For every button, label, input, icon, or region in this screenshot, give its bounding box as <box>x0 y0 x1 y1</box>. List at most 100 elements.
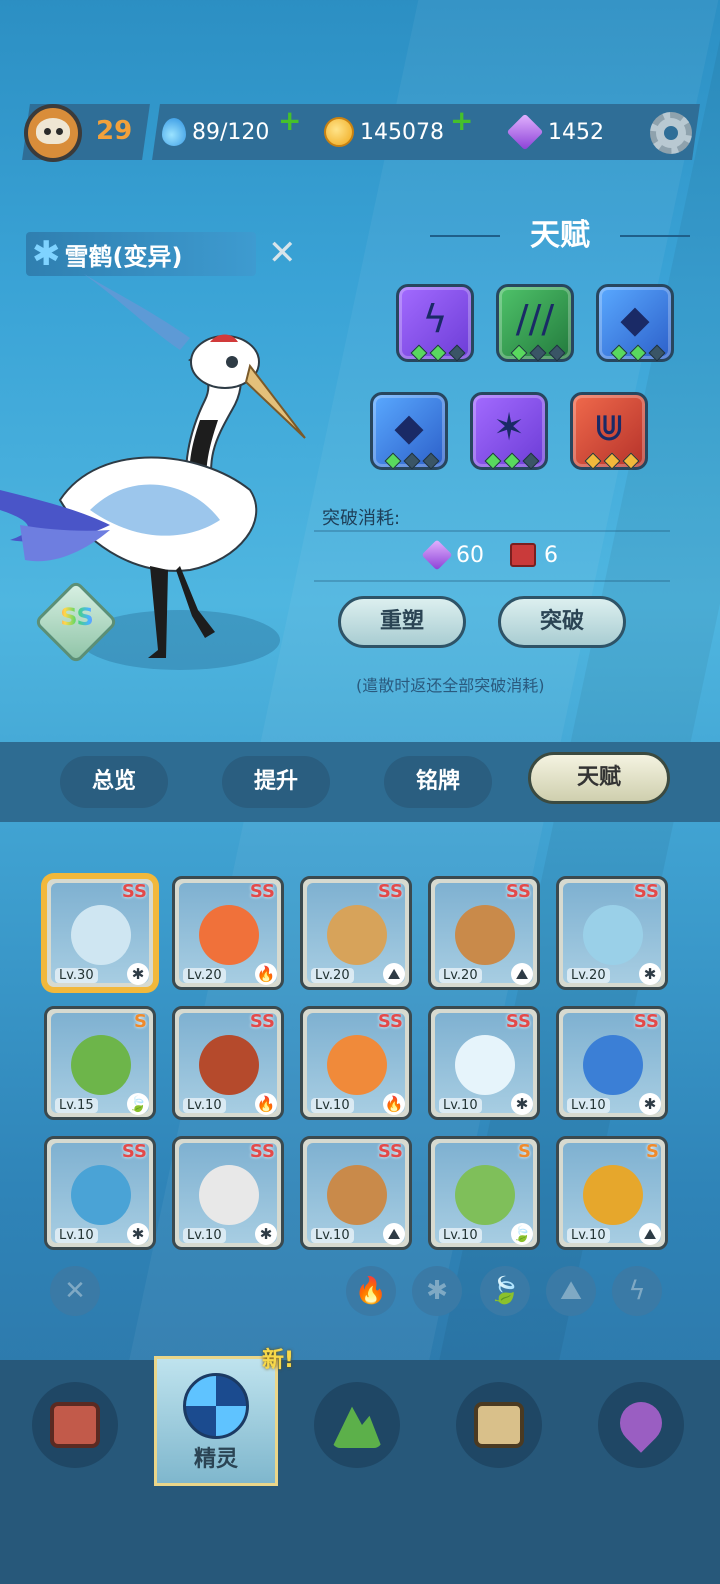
talent-level-pips <box>584 452 640 470</box>
thunder-filter-button[interactable]: ϟ <box>612 1266 662 1316</box>
talent-slot[interactable]: ✶ <box>470 392 548 470</box>
talent-slot[interactable]: ⋓ <box>570 392 648 470</box>
pet-rank: SS <box>505 1011 531 1032</box>
pet-card[interactable]: S Lv.15 🍃 <box>44 1006 156 1120</box>
pet-figure <box>199 905 259 965</box>
pet-card[interactable]: S Lv.10 🍃 <box>428 1136 540 1250</box>
map-pin-icon <box>611 1393 671 1453</box>
pet-card[interactable]: SS Lv.20 ⛰ <box>428 876 540 990</box>
pet-card[interactable]: SS Lv.10 ✱ <box>44 1136 156 1250</box>
coin-counter: 145078 + <box>324 104 473 148</box>
pet-rank: SS <box>249 1011 275 1032</box>
talent-level-pips <box>384 452 440 470</box>
avatar-eye <box>44 128 51 135</box>
tab-overview[interactable]: 总览 <box>60 756 168 808</box>
pet-name: 雪鹤(变异) <box>64 242 183 271</box>
pet-figure <box>199 1035 259 1095</box>
red-book-icon <box>510 543 536 567</box>
level-pip <box>403 452 421 470</box>
pet-figure <box>583 1165 643 1225</box>
level-pip <box>429 344 447 362</box>
talent-slot[interactable]: ϟ <box>396 284 474 362</box>
level-pip <box>548 344 566 362</box>
cross-slash-icon: ✶ <box>493 405 525 449</box>
level-pip <box>484 452 502 470</box>
pet-rank: SS <box>377 1011 403 1032</box>
pet-rank: SS <box>633 881 659 902</box>
pet-card[interactable]: S Lv.10 ⛰ <box>556 1136 668 1250</box>
earth-filter-button[interactable]: ⛰ <box>546 1266 596 1316</box>
mountain-icon <box>332 1406 382 1448</box>
pet-card[interactable]: SS Lv.10 ✱ <box>172 1136 284 1250</box>
element-icon: ⛰ <box>383 963 405 985</box>
tab-upgrade[interactable]: 提升 <box>222 756 330 808</box>
pet-figure <box>455 905 515 965</box>
talent-level-pips <box>410 344 466 362</box>
fire-filter-button[interactable]: 🔥 <box>346 1266 396 1316</box>
player-avatar[interactable] <box>24 104 82 162</box>
tab-nameplate[interactable]: 铭牌 <box>384 756 492 808</box>
pet-card[interactable]: SS Lv.20 ✱ <box>556 876 668 990</box>
nav-map-button[interactable] <box>598 1382 684 1468</box>
pet-card[interactable]: SS Lv.30 ✱ <box>44 876 156 990</box>
level-pip <box>584 452 602 470</box>
element-icon: 🍃 <box>511 1223 533 1245</box>
pet-rank: SS <box>633 1011 659 1032</box>
pet-level: Lv.15 <box>55 1098 98 1113</box>
ice-filter-button[interactable]: ✱ <box>412 1266 462 1316</box>
nav-explore-button[interactable] <box>314 1382 400 1468</box>
element-icon: 🔥 <box>255 1093 277 1115</box>
player-level: 29 <box>96 116 133 146</box>
level-pip <box>422 452 440 470</box>
gem-icon <box>506 113 544 151</box>
pet-level: Lv.10 <box>439 1098 482 1113</box>
pet-level: Lv.10 <box>183 1098 226 1113</box>
divider <box>314 580 670 582</box>
breakthrough-button[interactable]: 突破 <box>498 596 626 648</box>
shard-icon: ◆ <box>394 405 424 449</box>
cost-books-value: 6 <box>544 542 558 568</box>
pet-level: Lv.20 <box>183 968 226 983</box>
pet-rank: SS <box>505 881 531 902</box>
add-stamina-button[interactable]: + <box>278 104 301 137</box>
pet-card[interactable]: SS Lv.10 ✱ <box>428 1006 540 1120</box>
element-icon: 🔥 <box>255 963 277 985</box>
nav-spirits-button[interactable]: 精灵 <box>154 1356 278 1486</box>
element-icon: ⛰ <box>383 1223 405 1245</box>
level-pip <box>648 344 666 362</box>
element-icon: 🍃 <box>127 1093 149 1115</box>
pet-figure <box>71 1035 131 1095</box>
settings-gear-icon[interactable] <box>650 112 692 154</box>
pet-card[interactable]: SS Lv.10 🔥 <box>172 1006 284 1120</box>
pet-level: Lv.20 <box>439 968 482 983</box>
leaf-filter-button[interactable]: 🍃 <box>480 1266 530 1316</box>
pet-rank: S <box>134 1011 147 1032</box>
clear-filter-button[interactable]: ✕ <box>50 1266 100 1316</box>
level-pip <box>522 452 540 470</box>
detail-tab-bar: 总览 提升 铭牌 天赋 <box>0 742 720 822</box>
fang-icon: ⋓ <box>593 405 625 449</box>
nav-base-button[interactable] <box>32 1382 118 1468</box>
add-coins-button[interactable]: + <box>450 104 473 137</box>
pet-card[interactable]: SS Lv.20 ⛰ <box>300 876 412 990</box>
pet-figure <box>71 1165 131 1225</box>
release-pet-button[interactable]: ✕ <box>268 236 297 270</box>
tab-talent[interactable]: 天赋 <box>528 752 670 804</box>
pet-card[interactable]: SS Lv.10 ⛰ <box>300 1136 412 1250</box>
pet-rank: SS <box>121 881 147 902</box>
talent-slot[interactable]: ◆ <box>596 284 674 362</box>
reshape-button[interactable]: 重塑 <box>338 596 466 648</box>
talent-slot[interactable]: ◆ <box>370 392 448 470</box>
element-icon: ⛰ <box>639 1223 661 1245</box>
element-icon: ✱ <box>511 1093 533 1115</box>
shard-icon: ◆ <box>620 297 650 341</box>
level-pip <box>510 344 528 362</box>
pet-figure <box>583 1035 643 1095</box>
nav-bag-button[interactable] <box>456 1382 542 1468</box>
pet-card[interactable]: SS Lv.20 🔥 <box>172 876 284 990</box>
pet-card[interactable]: SS Lv.10 🔥 <box>300 1006 412 1120</box>
talent-slot[interactable]: /// <box>496 284 574 362</box>
element-icon: ✱ <box>127 1223 149 1245</box>
nav-spirits-label: 精灵 <box>193 1447 238 1472</box>
pet-card[interactable]: SS Lv.10 ✱ <box>556 1006 668 1120</box>
